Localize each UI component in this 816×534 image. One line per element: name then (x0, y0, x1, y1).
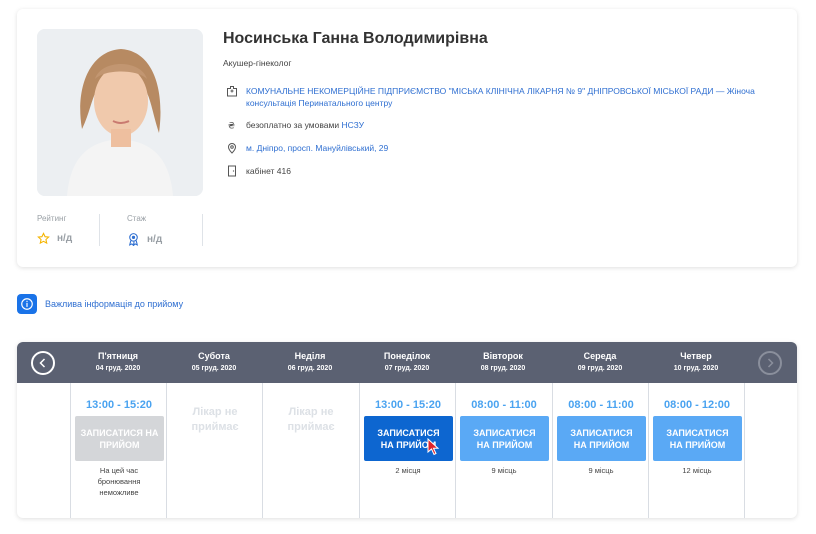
book-button[interactable]: ЗАПИСАТИСЯ НА ПРИЙОМ (460, 416, 549, 461)
slot-note: На цей час бронювання неможливе (97, 466, 141, 497)
day-header: Неділя 06 груд. 2020 (262, 351, 358, 372)
book-button-disabled: ЗАПИСАТИСЯ НА ПРИЙОМ (75, 416, 164, 461)
rating-block: Рейтинг н/д (37, 214, 72, 246)
book-button[interactable]: ЗАПИСАТИСЯ НА ПРИЙОМ (557, 416, 646, 461)
chevron-left-icon (39, 358, 46, 368)
book-button[interactable]: ЗАПИСАТИСЯ НА ПРИЙОМ (653, 416, 742, 461)
doctor-off-text: Лікар не приймає (191, 406, 239, 433)
medal-icon (128, 233, 139, 246)
day-header: Субота 05 груд. 2020 (166, 351, 262, 372)
important-info-text: Важлива інформація до прийому (45, 299, 184, 309)
day-column: 08:00 - 12:00 ЗАПИСАТИСЯ НА ПРИЙОМ 12 мі… (648, 383, 744, 518)
day-header: Середа 09 груд. 2020 (552, 351, 648, 372)
day-date: 05 груд. 2020 (191, 365, 237, 372)
slot-note: 12 місць (682, 466, 712, 475)
slot-note: 9 місць (588, 466, 614, 475)
slot-time: 08:00 - 12:00 (663, 399, 731, 411)
day-header: П'ятниця 04 груд. 2020 (70, 351, 166, 372)
divider (202, 214, 203, 246)
doctor-name: Носинська Ганна Володимирівна (223, 30, 488, 47)
book-button-label: ЗАПИСАТИСЯ НА ПРИЙОМ (666, 427, 729, 450)
doctor-off-text: Лікар не приймає (287, 406, 335, 433)
prev-week-button[interactable] (31, 351, 55, 375)
day-date: 08 груд. 2020 (480, 365, 526, 372)
next-week-button[interactable] (758, 351, 782, 375)
day-name: Вівторок (483, 351, 523, 361)
slot-note: 2 місця (395, 466, 421, 475)
day-date: 09 груд. 2020 (577, 365, 623, 372)
day-column: 08:00 - 11:00 ЗАПИСАТИСЯ НА ПРИЙОМ 9 міс… (552, 383, 648, 518)
clinic-row: КОМУНАЛЬНЕ НЕКОМЕРЦІЙНЕ ПІДПРИЄМСТВО "МІ… (226, 85, 771, 109)
book-button-label: ЗАПИСАТИСЯ НА ПРИЙОМ (570, 427, 633, 450)
room-text: кабінет 416 (246, 166, 291, 176)
mouse-cursor-icon (427, 438, 440, 456)
svg-text:₴: ₴ (228, 122, 235, 132)
address-link[interactable]: м. Дніпро, просп. Мануйлівський, 29 (246, 142, 388, 154)
slot-time: 13:00 - 15:20 (85, 399, 153, 411)
star-icon (37, 232, 50, 245)
divider (99, 214, 100, 246)
day-column: 08:00 - 11:00 ЗАПИСАТИСЯ НА ПРИЙОМ 9 міс… (455, 383, 551, 518)
day-date: 07 груд. 2020 (384, 365, 430, 372)
slot-time: 08:00 - 11:00 (471, 399, 537, 411)
day-header: Понеділок 07 груд. 2020 (359, 351, 455, 372)
day-name: Понеділок (383, 351, 431, 361)
day-name: Четвер (680, 351, 712, 361)
day-column-edge (744, 383, 797, 518)
experience-value: н/д (147, 233, 163, 245)
day-header: Вівторок 08 груд. 2020 (455, 351, 551, 372)
clinic-link[interactable]: КОМУНАЛЬНЕ НЕКОМЕРЦІЙНЕ ПІДПРИЄМСТВО "МІ… (246, 85, 771, 109)
day-date: 10 груд. 2020 (673, 365, 719, 372)
doctor-photo (37, 29, 203, 196)
room-row: кабінет 416 (226, 165, 291, 177)
location-pin-icon (227, 143, 237, 154)
schedule-header: П'ятниця 04 груд. 2020 Субота 05 груд. 202… (17, 342, 797, 383)
hospital-icon (227, 86, 237, 97)
doctor-specialty: Акушер-гінеколог (223, 58, 292, 68)
nszu-link[interactable]: НСЗУ (341, 119, 364, 131)
chevron-right-icon (767, 358, 774, 368)
rating-label: Рейтинг (37, 214, 67, 223)
payment-row: ₴ безоплатно за умовами НСЗУ (226, 119, 364, 131)
day-name: Неділя (294, 351, 326, 361)
day-column: 13:00 - 15:20 ЗАПИСАТИСЯ НА ПРИЙОМ На це… (70, 383, 166, 518)
day-date: 06 груд. 2020 (287, 365, 333, 372)
day-column: Лікар не приймає (262, 383, 358, 518)
day-name: Субота (198, 351, 230, 361)
rating-value: н/д (57, 233, 73, 244)
slot-note: 9 місць (491, 466, 517, 475)
info-icon (17, 294, 37, 314)
day-name: Середа (583, 351, 617, 361)
experience-block: Стаж н/д (127, 214, 162, 246)
slot-time: 13:00 - 15:20 (374, 399, 442, 411)
payment-text: безоплатно за умовами (246, 120, 340, 130)
address-row: м. Дніпро, просп. Мануйлівський, 29 (226, 142, 388, 154)
experience-label: Стаж (127, 214, 147, 223)
slot-time: 08:00 - 11:00 (568, 399, 634, 411)
doctor-card: Рейтинг н/д Стаж н/д Носинська Ганна Вол… (17, 9, 797, 267)
day-column: Лікар не приймає (166, 383, 262, 518)
schedule-widget: П'ятниця 04 груд. 2020 Субота 05 груд. 202… (17, 342, 797, 518)
day-header: Четвер 10 груд. 2020 (648, 351, 744, 372)
hryvnia-icon: ₴ (228, 122, 235, 132)
door-icon (228, 165, 236, 177)
day-name: П'ятниця (97, 351, 139, 361)
book-button-label: ЗАПИСАТИСЯ НА ПРИЙОМ (473, 427, 536, 450)
day-date: 04 груд. 2020 (95, 365, 141, 372)
important-info-link[interactable]: Важлива інформація до прийому (17, 294, 183, 314)
